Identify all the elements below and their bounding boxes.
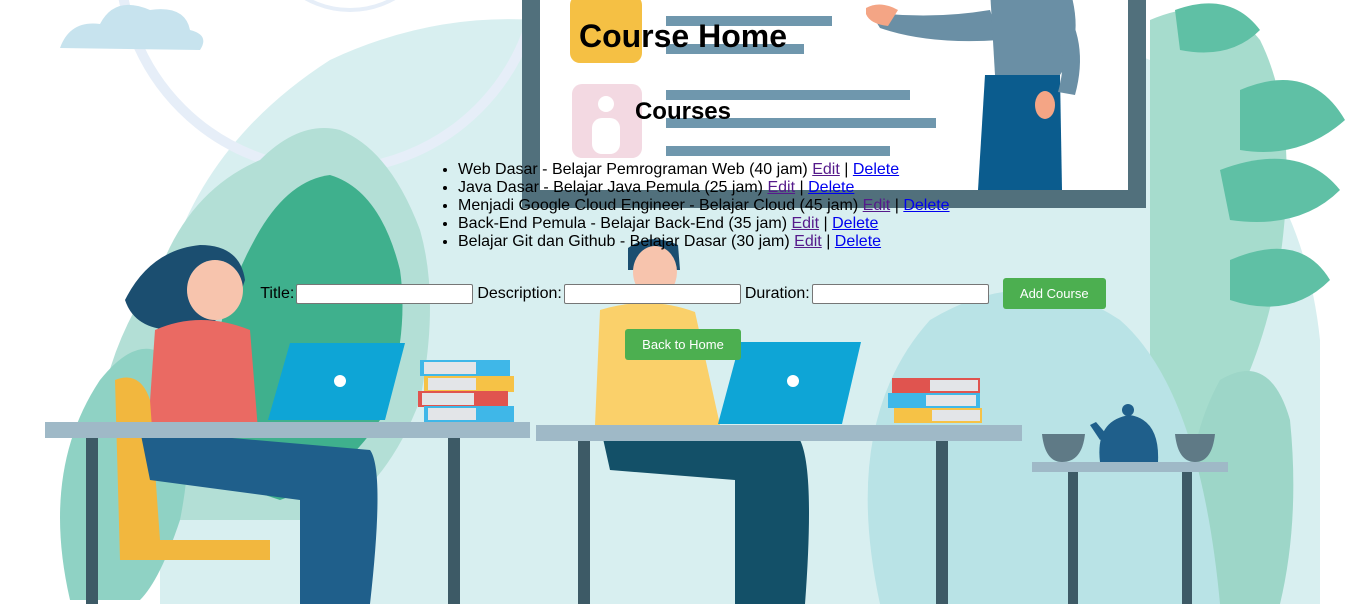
course-text: Menjadi Google Cloud Engineer - Belajar …	[458, 197, 859, 214]
course-text: Web Dasar - Belajar Pemrograman Web (40 …	[458, 161, 808, 178]
title-input[interactable]	[296, 283, 474, 304]
section-title: Courses	[634, 98, 732, 125]
list-item: Java Dasar - Belajar Java Pemula (25 jam…	[458, 179, 950, 197]
page-title: Course Home	[578, 18, 788, 54]
course-text: Belajar Git dan Github - Belajar Dasar (…	[458, 233, 790, 250]
edit-link[interactable]: Edit	[794, 233, 822, 250]
delete-link[interactable]: Delete	[853, 161, 899, 178]
description-label: Description:	[477, 284, 562, 302]
add-course-form: Title: Description: Duration: Add Course	[0, 278, 1366, 309]
course-text: Back-End Pemula - Belajar Back-End (35 j…	[458, 215, 788, 232]
add-course-button[interactable]: Add Course	[1002, 278, 1106, 309]
list-item: Menjadi Google Cloud Engineer - Belajar …	[458, 197, 950, 215]
title-label: Title:	[260, 284, 295, 302]
list-item: Belajar Git dan Github - Belajar Dasar (…	[458, 233, 950, 251]
edit-link[interactable]: Edit	[791, 215, 819, 232]
delete-link[interactable]: Delete	[832, 215, 878, 232]
separator: |	[799, 179, 804, 196]
description-input[interactable]	[563, 283, 741, 304]
separator: |	[823, 215, 828, 232]
edit-link[interactable]: Edit	[863, 197, 891, 214]
page-content: Course Home Courses Web Dasar - Belajar …	[0, 0, 1366, 604]
separator: |	[826, 233, 831, 250]
separator: |	[844, 161, 849, 178]
course-list: Web Dasar - Belajar Pemrograman Web (40 …	[438, 161, 950, 251]
delete-link[interactable]: Delete	[808, 179, 854, 196]
duration-input[interactable]	[811, 283, 989, 304]
list-item: Back-End Pemula - Belajar Back-End (35 j…	[458, 215, 950, 233]
edit-link[interactable]: Edit	[812, 161, 840, 178]
course-text: Java Dasar - Belajar Java Pemula (25 jam…	[458, 179, 764, 196]
duration-label: Duration:	[744, 284, 810, 302]
edit-link[interactable]: Edit	[767, 179, 795, 196]
list-item: Web Dasar - Belajar Pemrograman Web (40 …	[458, 161, 950, 179]
back-to-home-button[interactable]: Back to Home	[625, 329, 741, 360]
delete-link[interactable]: Delete	[903, 197, 949, 214]
separator: |	[894, 197, 899, 214]
delete-link[interactable]: Delete	[835, 233, 881, 250]
